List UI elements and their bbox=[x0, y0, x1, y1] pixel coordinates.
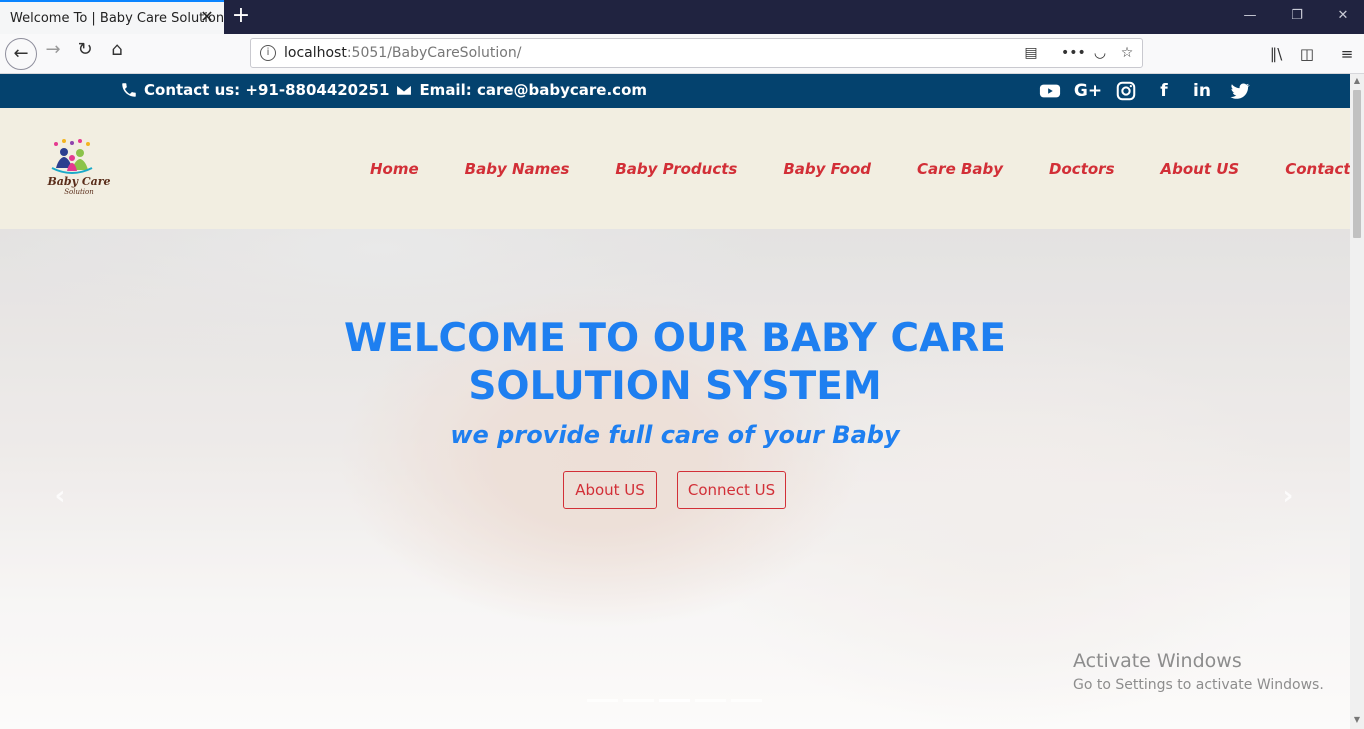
menu-item-care-baby[interactable]: Care Baby bbox=[917, 160, 1003, 178]
reload-icon[interactable]: ↻ bbox=[70, 39, 100, 69]
scroll-down-icon[interactable]: ▼ bbox=[1352, 715, 1362, 725]
twitter-icon[interactable] bbox=[1228, 79, 1252, 103]
site-header: Baby Care Solution Home Baby Names Baby … bbox=[0, 108, 1350, 229]
contact-topbar: Contact us: +91-8804420251 Email: care@b… bbox=[0, 74, 1350, 108]
home-icon[interactable]: ⌂ bbox=[102, 39, 132, 69]
hero-carousel: WELCOME TO OUR BABY CARE SOLUTION SYSTEM… bbox=[0, 229, 1350, 729]
bookmark-star-icon[interactable]: ☆ bbox=[1116, 43, 1138, 63]
logo-figures-icon bbox=[51, 139, 93, 174]
social-links: G+ f in bbox=[1038, 79, 1252, 103]
menu-icon[interactable]: ≡ bbox=[1336, 43, 1358, 65]
page-scrollbar[interactable]: ▲ ▼ bbox=[1350, 74, 1364, 729]
carousel-indicator[interactable] bbox=[659, 699, 690, 702]
carousel-indicator[interactable] bbox=[731, 699, 762, 702]
activate-windows-title: Activate Windows bbox=[1073, 650, 1242, 672]
contact-phone: Contact us: +91-8804420251 bbox=[144, 81, 390, 99]
tab-strip: Welcome To | Baby Care Solution ✕ + — ❐ … bbox=[0, 0, 1364, 34]
hero-title: WELCOME TO OUR BABY CARE SOLUTION SYSTEM bbox=[344, 316, 1006, 409]
url-path: :5051/BabyCareSolution/ bbox=[346, 45, 522, 61]
carousel-indicator[interactable] bbox=[587, 699, 618, 702]
phone-icon bbox=[122, 83, 136, 97]
hero-subtitle: we provide full care of your Baby bbox=[450, 421, 900, 449]
menu-item-baby-food[interactable]: Baby Food bbox=[783, 160, 871, 178]
activate-windows-hint: Go to Settings to activate Windows. bbox=[1073, 677, 1324, 693]
carousel-indicator[interactable] bbox=[695, 699, 726, 702]
sidebar-icon[interactable]: ◫ bbox=[1296, 43, 1318, 65]
menu-item-about-us[interactable]: About US bbox=[1161, 160, 1240, 178]
instagram-icon[interactable] bbox=[1114, 79, 1138, 103]
web-page: Contact us: +91-8804420251 Email: care@b… bbox=[0, 74, 1350, 729]
linkedin-icon[interactable]: in bbox=[1190, 79, 1214, 103]
about-us-button[interactable]: About US bbox=[563, 471, 657, 509]
menu-item-baby-products[interactable]: Baby Products bbox=[615, 160, 737, 178]
new-tab-icon[interactable]: + bbox=[231, 5, 251, 27]
carousel-indicator[interactable] bbox=[623, 699, 654, 702]
close-tab-icon[interactable]: ✕ bbox=[198, 8, 216, 26]
menu-item-doctors[interactable]: Doctors bbox=[1049, 160, 1114, 178]
contact-email: Email: care@babycare.com bbox=[419, 81, 648, 99]
main-menu: Home Baby Names Baby Products Baby Food … bbox=[370, 160, 1350, 178]
url-host: localhost bbox=[284, 45, 347, 61]
site-logo[interactable]: Baby Care Solution bbox=[42, 138, 114, 200]
close-window-icon[interactable]: ✕ bbox=[1333, 8, 1353, 26]
menu-item-baby-names[interactable]: Baby Names bbox=[465, 160, 570, 178]
browser-toolbar: ← → ↻ ⌂ i localhost:5051/BabyCareSolutio… bbox=[0, 34, 1364, 74]
facebook-icon[interactable]: f bbox=[1152, 79, 1176, 103]
carousel-prev-icon[interactable]: ‹ bbox=[48, 481, 72, 511]
library-icon[interactable]: ∥\ bbox=[1265, 43, 1287, 65]
scroll-thumb[interactable] bbox=[1353, 90, 1361, 238]
carousel-indicators bbox=[587, 699, 762, 702]
google-plus-icon[interactable]: G+ bbox=[1074, 79, 1102, 103]
menu-item-contact-us[interactable]: Contact US bbox=[1285, 160, 1350, 178]
connect-us-button[interactable]: Connect US bbox=[677, 471, 786, 509]
envelope-icon bbox=[396, 84, 413, 96]
reader-view-icon[interactable]: ▤ bbox=[1020, 43, 1042, 63]
minimize-icon[interactable]: — bbox=[1240, 8, 1260, 26]
browser-tab[interactable]: Welcome To | Baby Care Solution ✕ bbox=[0, 0, 224, 34]
logo-subtitle: Solution bbox=[64, 188, 94, 196]
back-icon[interactable]: ← bbox=[5, 38, 37, 70]
more-icon[interactable]: ••• bbox=[1061, 43, 1086, 63]
carousel-next-icon[interactable]: › bbox=[1276, 481, 1300, 511]
logo-title: Baby Care bbox=[47, 175, 111, 188]
restore-icon[interactable]: ❐ bbox=[1287, 8, 1307, 26]
menu-item-home[interactable]: Home bbox=[370, 160, 419, 178]
pocket-icon[interactable]: ◡ bbox=[1089, 43, 1111, 63]
info-icon[interactable]: i bbox=[260, 45, 276, 61]
forward-icon[interactable]: → bbox=[38, 39, 68, 69]
contact-info: Contact us: +91-8804420251 Email: care@b… bbox=[120, 81, 647, 99]
scroll-up-icon[interactable]: ▲ bbox=[1352, 76, 1362, 86]
address-bar[interactable]: i localhost:5051/BabyCareSolution/ ▤ •••… bbox=[250, 38, 1143, 68]
youtube-icon[interactable] bbox=[1038, 79, 1062, 103]
tab-title: Welcome To | Baby Care Solution bbox=[10, 11, 225, 26]
url-text: localhost:5051/BabyCareSolution/ bbox=[284, 45, 521, 61]
